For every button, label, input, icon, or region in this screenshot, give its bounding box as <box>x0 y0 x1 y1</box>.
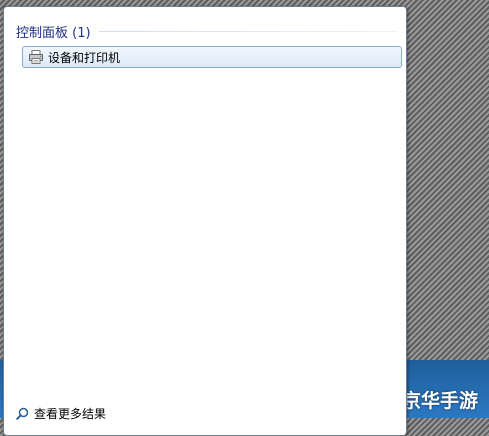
start-search-results-panel: 控制面板 (1) 设备和打印机 查看更多结果 <box>3 6 407 436</box>
group-title: 控制面板 (1) <box>16 25 91 41</box>
see-more-results-label: 查看更多结果 <box>34 407 107 421</box>
control-panel-group-header: 控制面板 (1) <box>16 21 398 41</box>
result-label: 设备和打印机 <box>48 50 121 65</box>
search-icon <box>16 407 29 420</box>
result-devices-and-printers[interactable]: 设备和打印机 <box>22 46 402 68</box>
watermark: 京华手游 <box>402 390 479 412</box>
see-more-results-link[interactable]: 查看更多结果 <box>16 405 106 422</box>
group-divider <box>98 30 398 32</box>
printer-icon <box>29 50 43 64</box>
